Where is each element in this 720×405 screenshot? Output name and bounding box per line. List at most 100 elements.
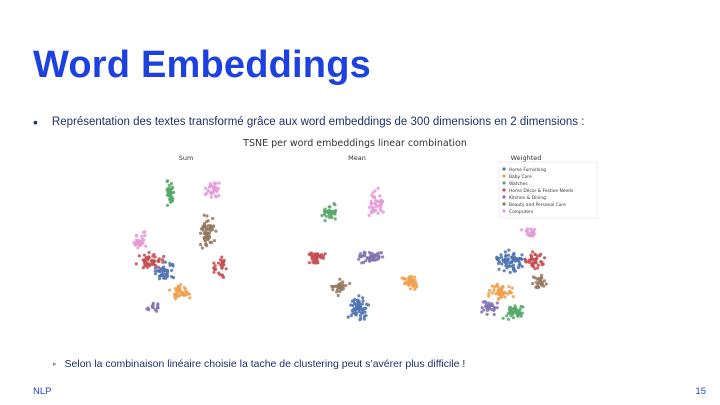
scatter-point: [367, 205, 371, 209]
scatter-point: [323, 210, 327, 214]
scatter-point: [172, 190, 176, 194]
scatter-point: [351, 311, 355, 315]
scatter-point: [496, 257, 500, 261]
bullet-item: • Représentation des textes transformé g…: [33, 114, 584, 130]
scatter-point: [362, 260, 366, 264]
scatter-point: [365, 302, 369, 306]
scatter-point: [204, 225, 208, 229]
scatter-point: [520, 311, 524, 315]
bullet-icon: •: [33, 114, 38, 130]
scatter-point: [516, 314, 520, 318]
scatter-point: [136, 246, 140, 250]
scatter-point: [373, 258, 377, 262]
legend-label: Kitchen & Dining: [509, 195, 546, 201]
subplot-title-mean: Mean: [348, 154, 366, 162]
scatter-point: [220, 266, 224, 270]
scatter-point: [147, 255, 151, 259]
scatter-point: [184, 290, 188, 294]
scatter-point: [207, 227, 211, 231]
scatter-point: [333, 217, 337, 221]
scatter-point: [484, 301, 488, 305]
scatter-point: [203, 186, 208, 190]
scatter-point: [361, 296, 365, 300]
scatter-point: [536, 263, 540, 267]
scatter-point: [224, 267, 228, 271]
scatter-point: [360, 302, 364, 306]
scatter-point: [209, 195, 213, 199]
scatter-point: [506, 257, 510, 261]
scatter-point: [206, 219, 210, 223]
legend-marker: [502, 202, 506, 206]
slide-title: Word Embeddings: [33, 44, 371, 86]
scatter-point: [534, 261, 538, 265]
scatter-point: [485, 304, 489, 309]
scatter-point: [156, 302, 160, 306]
scatter-point: [338, 277, 342, 281]
scatter-point: [353, 301, 357, 306]
scatter-point: [531, 250, 535, 254]
sub-bullet-arrow-icon: ▸: [53, 361, 57, 368]
scatter-point: [134, 233, 139, 237]
scatter-point: [332, 202, 336, 206]
scatter-point: [510, 255, 514, 259]
scatter-point: [217, 181, 221, 185]
scatter-point: [201, 228, 205, 232]
scatter-point: [214, 229, 218, 233]
scatter-point: [215, 189, 219, 194]
scatter-point: [214, 195, 218, 199]
legend-marker: [502, 174, 506, 178]
scatter-point: [140, 234, 144, 238]
scatter-point: [510, 260, 514, 264]
scatter-point: [506, 317, 511, 321]
scatter-point: [165, 179, 169, 183]
scatter-point: [514, 257, 518, 261]
scatter-point: [170, 196, 174, 200]
scatter-point: [481, 300, 485, 304]
scatter-point: [370, 210, 374, 214]
scatter-point: [157, 269, 161, 273]
scatter-point: [219, 263, 223, 267]
scatter-point: [145, 262, 149, 266]
scatter-point: [165, 203, 170, 207]
scatter-point: [321, 256, 325, 260]
scatter-point: [504, 262, 508, 266]
scatter-point: [217, 271, 221, 275]
scatter-points: [132, 179, 548, 322]
scatter-point: [519, 314, 523, 318]
scatter-point: [147, 250, 151, 255]
scatter-point: [341, 283, 345, 287]
scatter-point: [178, 290, 183, 294]
scatter-point: [153, 272, 158, 276]
scatter-point: [524, 260, 528, 264]
scatter-point: [341, 287, 345, 291]
scatter-point: [487, 301, 491, 305]
scatter-point: [141, 230, 145, 234]
scatter-point: [519, 257, 523, 261]
chart-legend: Home FurnishingBaby CareWatchesHome Déco…: [498, 161, 598, 219]
scatter-point: [307, 261, 311, 265]
scatter-point: [364, 314, 368, 318]
scatter-point: [362, 306, 367, 310]
scatter-point: [160, 258, 165, 262]
legend-label: Beauty and Personal Care: [509, 202, 566, 208]
scatter-point: [413, 287, 417, 291]
scatter-point: [372, 253, 376, 257]
scatter-point: [157, 257, 161, 261]
legend-marker: [502, 188, 506, 192]
scatter-point: [150, 260, 154, 264]
scatter-point: [156, 306, 160, 310]
scatter-point: [376, 186, 380, 190]
scatter-point: [400, 276, 404, 280]
scatter-point: [372, 195, 377, 200]
scatter-point: [544, 282, 548, 286]
scatter-point: [171, 264, 175, 268]
scatter-point: [506, 253, 511, 257]
scatter-point: [511, 252, 515, 257]
scatter-point: [404, 280, 408, 284]
scatter-point: [153, 266, 158, 270]
scatter-point: [157, 274, 162, 278]
scatter-point: [208, 240, 212, 244]
scatter-point: [520, 228, 524, 232]
scatter-point: [311, 260, 315, 264]
scatter-point: [378, 207, 382, 211]
